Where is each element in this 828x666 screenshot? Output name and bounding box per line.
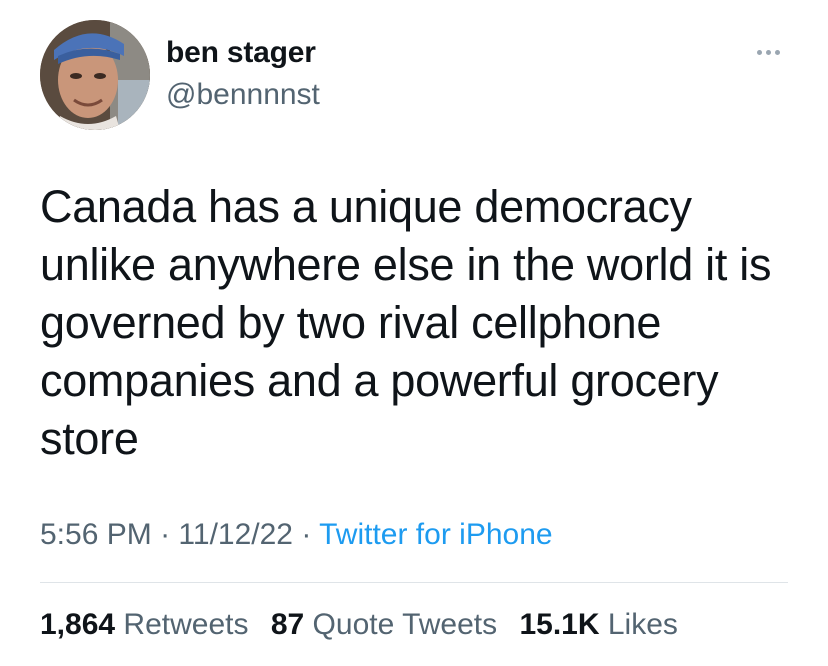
dot bbox=[765, 49, 771, 55]
tweet-date[interactable]: 11/12/22 bbox=[178, 518, 293, 551]
dot bbox=[774, 49, 780, 55]
tweet-time[interactable]: 5:56 PM bbox=[40, 518, 152, 551]
retweets-count: 1,864 bbox=[40, 608, 116, 641]
tweet-source-link[interactable]: Twitter for iPhone bbox=[319, 518, 552, 551]
dot bbox=[756, 49, 762, 55]
author-handle[interactable]: @bennnnst bbox=[166, 78, 320, 112]
tweet-card: ben stager @bennnnst Canada has a unique… bbox=[0, 0, 828, 666]
quotes-label: Quote Tweets bbox=[312, 608, 498, 641]
avatar[interactable] bbox=[40, 20, 150, 130]
avatar-image bbox=[40, 20, 150, 130]
tweet-stats: 1,864 Retweets 87 Quote Tweets 15.1K Lik… bbox=[40, 608, 692, 642]
meta-separator: · bbox=[160, 518, 171, 551]
likes-count: 15.1K bbox=[519, 608, 600, 641]
likes-label: Likes bbox=[607, 608, 678, 641]
quotes-stat[interactable]: 87 Quote Tweets bbox=[271, 608, 497, 641]
more-options-icon[interactable] bbox=[748, 40, 788, 64]
tweet-meta: 5:56 PM · 11/12/22 · Twitter for iPhone bbox=[40, 518, 553, 552]
tweet-text: Canada has a unique democracy unlike any… bbox=[40, 181, 772, 464]
retweets-stat[interactable]: 1,864 Retweets bbox=[40, 608, 248, 641]
quotes-count: 87 bbox=[270, 608, 305, 641]
retweets-label: Retweets bbox=[123, 608, 249, 641]
divider bbox=[40, 582, 788, 583]
meta-separator: · bbox=[301, 518, 312, 551]
author-display-name[interactable]: ben stager bbox=[166, 36, 316, 70]
likes-stat[interactable]: 15.1K Likes bbox=[519, 608, 677, 641]
